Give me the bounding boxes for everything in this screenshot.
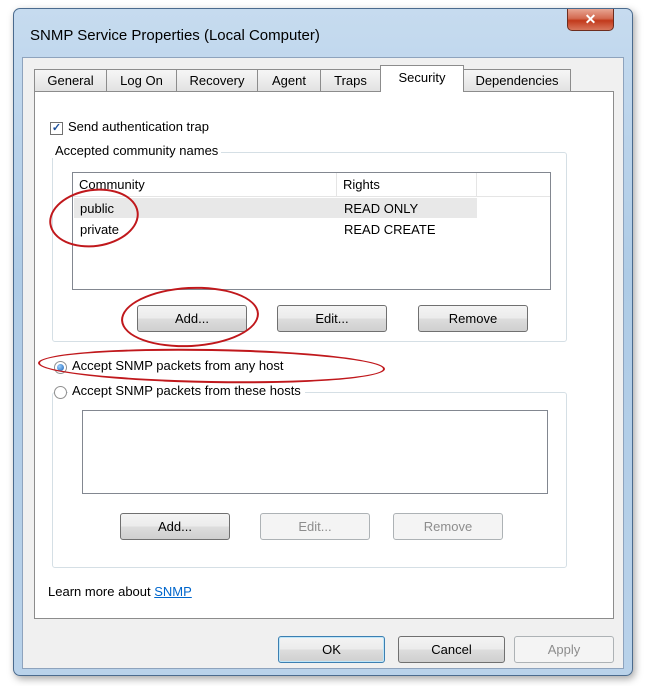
ok-button[interactable]: OK: [278, 636, 385, 663]
tab-agent[interactable]: Agent: [257, 69, 321, 91]
column-header-blank: [477, 173, 550, 197]
community-edit-button[interactable]: Edit...: [277, 305, 387, 332]
community-remove-button[interactable]: Remove: [418, 305, 528, 332]
community-cell[interactable]: public: [80, 201, 114, 216]
column-header-community[interactable]: Community: [73, 173, 337, 197]
hosts-edit-button: Edit...: [260, 513, 370, 540]
learn-more-prefix: Learn more about: [48, 584, 155, 599]
window-title: SNMP Service Properties (Local Computer): [30, 27, 320, 44]
cancel-button[interactable]: Cancel: [398, 636, 505, 663]
hosts-list[interactable]: [82, 410, 548, 494]
tab-dependencies[interactable]: Dependencies: [463, 69, 571, 91]
hosts-remove-button: Remove: [393, 513, 503, 540]
apply-button: Apply: [514, 636, 614, 663]
security-panel: ✓ Send authentication trap Accepted comm…: [34, 91, 614, 619]
community-list[interactable]: Community Rights public READ ONLY privat…: [72, 172, 551, 290]
community-add-button[interactable]: Add...: [137, 305, 247, 332]
community-group-label: Accepted community names: [52, 143, 222, 158]
close-button[interactable]: ✕: [567, 9, 614, 31]
snmp-help-link[interactable]: SNMP: [154, 584, 192, 599]
dialog-client: General Log On Recovery Agent Traps Secu…: [22, 57, 624, 669]
send-auth-trap-checkbox[interactable]: ✓: [50, 122, 63, 135]
tab-general[interactable]: General: [34, 69, 107, 91]
tab-recovery[interactable]: Recovery: [176, 69, 258, 91]
community-cell[interactable]: private: [80, 222, 119, 237]
check-icon: ✓: [51, 122, 62, 134]
close-icon: ✕: [584, 11, 597, 27]
dialog-window: SNMP Service Properties (Local Computer)…: [13, 8, 633, 676]
accept-any-host-label: Accept SNMP packets from any host: [72, 358, 284, 373]
accept-these-hosts-radio[interactable]: [54, 386, 67, 399]
tab-log-on[interactable]: Log On: [106, 69, 177, 91]
rights-cell[interactable]: READ ONLY: [344, 201, 418, 216]
accept-any-host-radio[interactable]: [54, 361, 67, 374]
learn-more-text: Learn more about SNMP: [48, 584, 192, 599]
hosts-add-button[interactable]: Add...: [120, 513, 230, 540]
send-auth-trap-label: Send authentication trap: [68, 119, 209, 134]
tab-traps[interactable]: Traps: [320, 69, 381, 91]
column-header-rights[interactable]: Rights: [337, 173, 477, 197]
rights-cell[interactable]: READ CREATE: [344, 222, 436, 237]
accept-these-hosts-label: Accept SNMP packets from these hosts: [68, 383, 305, 398]
tab-security[interactable]: Security: [380, 65, 464, 92]
